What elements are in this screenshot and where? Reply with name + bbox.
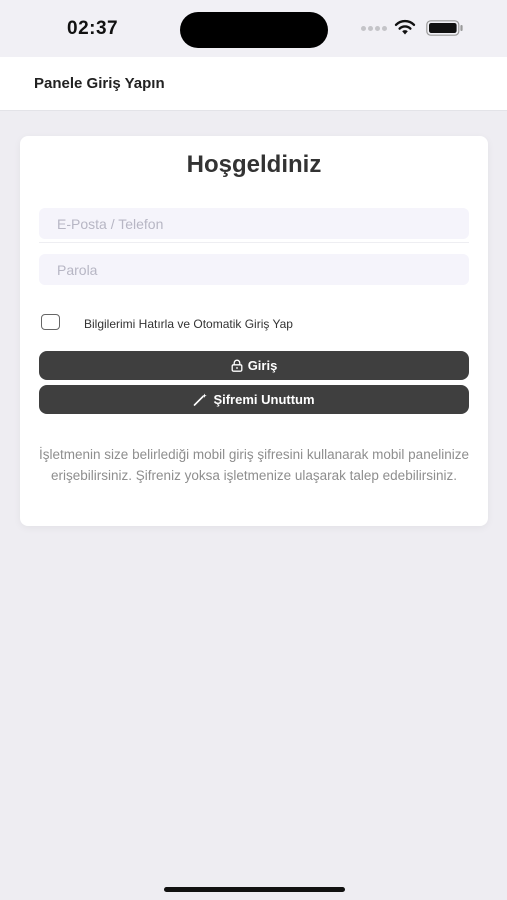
- status-bar: 02:37: [0, 0, 507, 57]
- nav-header: Panele Giriş Yapın: [0, 57, 507, 111]
- page-title: Panele Giriş Yapın: [34, 75, 165, 92]
- login-button-label: Giriş: [247, 358, 278, 373]
- password-input[interactable]: [39, 254, 469, 285]
- cellular-signal-icon: [361, 26, 387, 32]
- field-divider: [39, 242, 469, 243]
- login-card: Hoşgeldiniz Bilgilerimi Hatırla ve Otoma…: [20, 136, 488, 526]
- dynamic-island: [180, 12, 328, 48]
- welcome-title: Hoşgeldiniz: [186, 151, 322, 178]
- login-screen: 02:37 Panele Giriş Yapın Hoşgeldiniz Bil…: [0, 0, 507, 900]
- home-indicator: [164, 887, 345, 892]
- magic-wand-icon: [194, 393, 208, 406]
- login-button[interactable]: Giriş: [39, 351, 469, 380]
- remember-me-label[interactable]: Bilgilerimi Hatırla ve Otomatik Giriş Ya…: [84, 317, 293, 331]
- remember-me-checkbox[interactable]: [41, 314, 60, 330]
- wifi-icon: [394, 19, 416, 35]
- status-time: 02:37: [67, 18, 119, 39]
- email-phone-input[interactable]: [39, 208, 469, 239]
- login-info-text: İşletmenin size belirlediği mobil giriş …: [39, 447, 469, 483]
- forgot-password-button[interactable]: Şifremi Unuttum: [39, 385, 469, 414]
- battery-icon: [426, 20, 463, 36]
- lock-icon: [231, 359, 243, 372]
- forgot-password-label: Şifremi Unuttum: [213, 392, 315, 407]
